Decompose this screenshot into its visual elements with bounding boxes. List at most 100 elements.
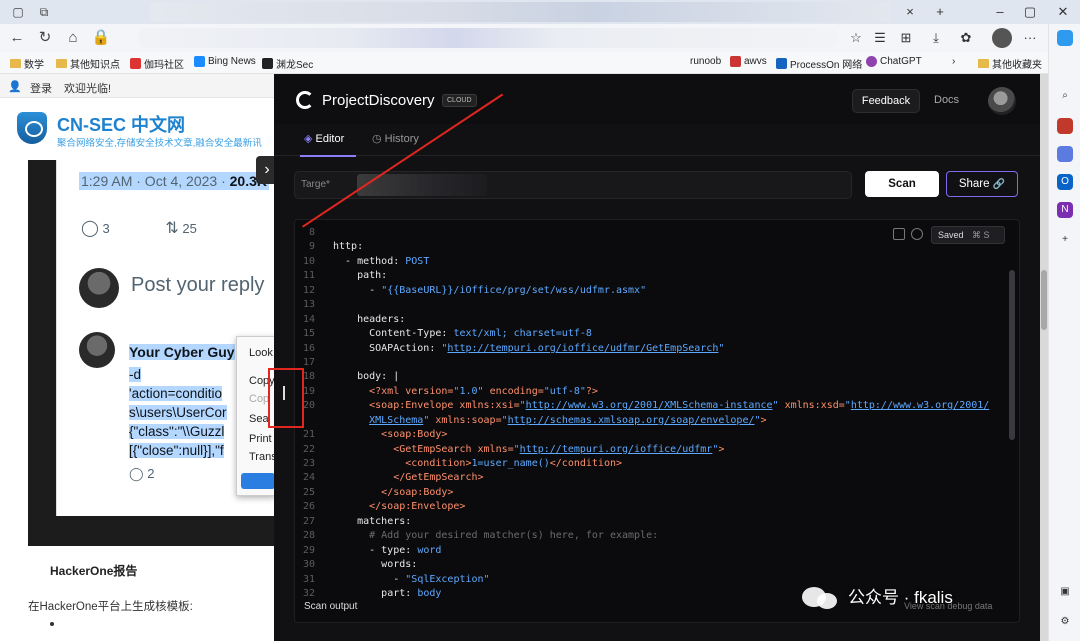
collections-icon[interactable]: ⊞ [896,28,916,48]
code-line[interactable]: 9 http: [295,240,989,254]
download-icon[interactable]: ⤓ [926,28,946,48]
profile-avatar-icon[interactable] [992,28,1012,48]
tab-history[interactable]: ◷ History [372,132,419,145]
avatar[interactable] [988,87,1016,115]
code-line[interactable]: 15 Content-Type: text/xml; charset=utf-8 [295,327,989,341]
code-line[interactable]: 29 - type: word [295,544,989,558]
context-menu-item[interactable]: Look [249,347,273,359]
window-close-icon[interactable]: ✕ [1048,0,1078,24]
code-line[interactable]: 27 matchers: [295,515,989,529]
favorites-icon[interactable]: ☰ [870,28,890,48]
context-menu-action[interactable] [241,473,274,489]
home-icon[interactable]: ⌂ [62,27,84,49]
code-line[interactable]: 10 - method: POST [295,255,989,269]
refresh-icon[interactable]: ↻ [34,27,56,49]
welcome-text: 欢迎光临! [64,83,112,95]
line-content: <soap:Envelope xmlns:xsi="http://www.w3.… [369,400,990,412]
collapse-panel-button[interactable]: › [256,156,274,184]
code-line[interactable]: 23 <condition>1=user_name()</condition> [295,457,989,471]
reply-input[interactable]: Post your reply [131,274,264,297]
extensions-icon[interactable]: ✿ [956,28,976,48]
code-line[interactable]: 14 headers: [295,313,989,327]
lock-icon[interactable]: 🔒 [90,27,112,49]
cloud-upload-icon[interactable] [911,228,923,240]
bookmark-link[interactable]: ChatGPT [866,56,922,67]
site-logo[interactable] [17,112,47,144]
code-line[interactable]: 28 # Add your desired matcher(s) here, f… [295,529,989,543]
saved-indicator[interactable]: Saved ⌘ S [931,226,1005,244]
code-line[interactable]: 22 <GetEmpSearch xmlns="http://tempuri.o… [295,443,989,457]
code-line[interactable]: 25 </soap:Body> [295,486,989,500]
scan-button[interactable]: Scan [865,171,939,197]
code-line[interactable]: 30 words: [295,558,989,572]
url-field[interactable] [138,28,838,48]
context-menu-item[interactable]: Sea [249,413,269,425]
workspaces-icon[interactable]: ⧉ [36,4,52,20]
profile-icon[interactable]: ▢ [10,4,26,20]
brand-name[interactable]: ProjectDiscovery [322,92,435,109]
bookmark-link[interactable]: awvs [730,56,767,67]
retweet-icon[interactable]: ⇅ [165,220,178,237]
star-icon[interactable]: ☆ [846,28,866,48]
bookmark-link[interactable]: runoob [690,56,721,67]
onenote-icon[interactable]: N [1057,202,1073,218]
copy-icon[interactable] [893,228,905,240]
bookmark-link[interactable]: 伽玛社区 [130,56,184,71]
feedback-button[interactable]: Feedback [852,89,920,113]
scan-output-label[interactable]: Scan output [304,601,357,612]
tab-close-icon[interactable]: × [895,0,925,24]
code-editor[interactable]: 8 9 http: 10 - method: POST 11 path: 12 - "{{… [294,219,1020,623]
code-line[interactable]: 8 [295,226,989,240]
bookmark-folder[interactable]: 数学 [10,56,44,71]
minimize-icon[interactable]: – [985,0,1015,24]
code-line[interactable]: 26 </soap:Envelope> [295,500,989,514]
code-line[interactable]: 18 body: | [295,370,989,384]
code-line[interactable]: 19 <?xml version="1.0" encoding="utf-8"?… [295,385,989,399]
site-name[interactable]: CN-SEC 中文网 [57,111,185,137]
code-line[interactable]: 17 [295,356,989,370]
reply-author[interactable]: Your Cyber Guy [129,344,235,360]
bookmarks-overflow-icon[interactable]: › [952,56,955,67]
outlook-icon[interactable]: O [1057,174,1073,190]
share-button[interactable]: Share 🔗 [946,171,1018,197]
login-link[interactable]: 登录 [30,80,52,96]
page-scrollbar-thumb[interactable] [1041,270,1047,330]
tools-icon[interactable] [1057,118,1073,134]
tweet-stats: ◯ 3 ⇅ 25 [81,218,197,238]
sidebar-toggle-icon[interactable]: ▣ [1057,584,1073,600]
new-tab-icon[interactable]: + [925,0,955,24]
code-line[interactable]: 24 </GetEmpSearch> [295,471,989,485]
context-menu-item[interactable]: Trans [249,451,274,463]
code-lines[interactable]: 8 9 http: 10 - method: POST 11 path: 12 - "{{… [295,226,989,601]
code-line[interactable]: XMLSchema" xmlns:soap="http://schemas.xm… [295,414,989,428]
bookmark-folder[interactable]: 其他收藏夹 [978,56,1042,71]
code-line[interactable]: 12 - "{{BaseURL}}/iOffice/prg/set/wss/ud… [295,284,989,298]
code-line[interactable]: 13 [295,298,989,312]
bookmark-link[interactable]: ProcessOn 网络 [776,56,862,71]
tab-strip[interactable] [150,2,890,22]
bookmark-link[interactable]: 渊龙Sec [262,56,313,71]
projectdiscovery-logo-icon[interactable] [296,91,314,109]
add-icon[interactable]: + [1057,232,1073,248]
settings-icon[interactable]: ⚙ [1057,614,1073,630]
search-icon[interactable]: ⌕ [1057,88,1073,104]
code-line[interactable]: 11 path: [295,269,989,283]
reply-icon[interactable]: ◯ [129,466,144,481]
more-icon[interactable]: ··· [1020,28,1040,48]
editor-scrollbar[interactable] [1009,270,1015,440]
bookmark-link[interactable]: Bing News [194,56,256,67]
article-paragraph: 在HackerOne平台上生成核模板: [28,601,193,613]
games-icon[interactable] [1057,146,1073,162]
context-menu-item[interactable]: Cop [249,393,269,405]
code-line[interactable]: 20 <soap:Envelope xmlns:xsi="http://www.… [295,399,989,413]
reply-icon[interactable]: ◯ [81,220,99,237]
context-menu-item[interactable]: Print [249,433,272,445]
copilot-icon[interactable] [1057,30,1073,46]
tab-editor[interactable]: ◈ Editor [299,132,357,157]
code-line[interactable]: 21 <soap:Body> [295,428,989,442]
bookmark-folder[interactable]: 其他知识点 [56,56,120,71]
maximize-icon[interactable]: ▢ [1015,0,1045,24]
code-line[interactable]: 16 SOAPAction: "http://tempuri.org/ioffi… [295,342,989,356]
back-icon[interactable]: ← [6,27,28,49]
docs-link[interactable]: Docs [934,94,959,106]
